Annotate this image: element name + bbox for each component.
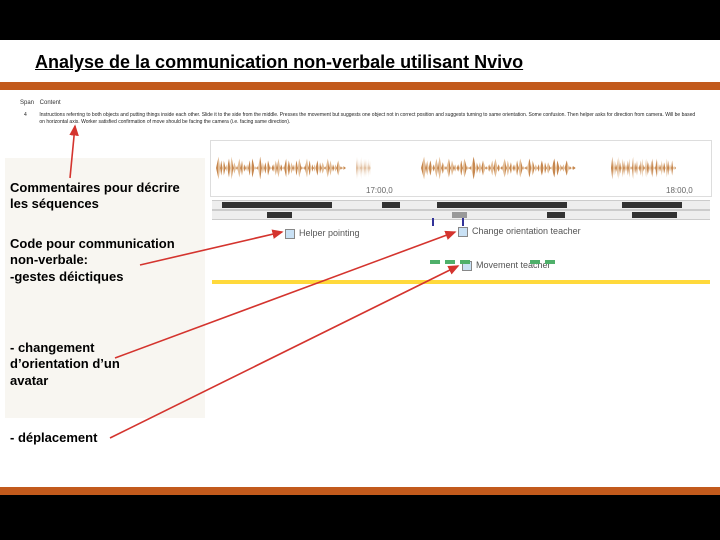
track-segment: [267, 212, 292, 218]
page-title: Analyse de la communication non-verbale …: [35, 52, 523, 73]
track-segment: [547, 212, 565, 218]
track-segment: [382, 202, 400, 208]
col-span-header: Span: [20, 100, 38, 106]
time-label: 18:00,0: [666, 186, 693, 195]
annotation-comments: Commentaires pour décrire les séquences: [10, 180, 200, 213]
code-label-helper-pointing: Helper pointing: [285, 228, 360, 239]
movement-markers: [530, 260, 555, 264]
orange-divider-bottom: [0, 487, 720, 495]
code-text: Change orientation teacher: [472, 226, 581, 236]
top-black-bar: [0, 0, 720, 40]
track-segment: [222, 202, 332, 208]
row-text: Instructions referring to both objects a…: [39, 112, 699, 126]
code-track: [212, 200, 710, 210]
track-segment: [622, 202, 682, 208]
annotation-deplacement: - déplacement: [10, 430, 140, 446]
marker-tick: [462, 218, 464, 226]
wave-segment: [216, 149, 346, 187]
annotation-code-gestes: Code pour communication non-verbale: -ge…: [10, 236, 205, 285]
marker-tick: [432, 218, 434, 226]
annotation-orientation: - changement d’orientation d’un avatar: [10, 340, 150, 389]
track-segment: [437, 202, 567, 208]
orange-divider-top: [0, 82, 720, 90]
col-content-header: Content: [40, 100, 61, 106]
code-text: Helper pointing: [299, 228, 360, 238]
track-segment: [452, 212, 467, 218]
nvivo-table-header: Span Content: [20, 100, 61, 106]
checkbox-icon: [458, 227, 468, 237]
wave-segment: [611, 149, 676, 187]
bottom-black-bar: [0, 495, 720, 540]
nvivo-table-row: 4 Instructions referring to both objects…: [24, 112, 704, 126]
code-track: [212, 210, 710, 220]
movement-markers: [430, 260, 470, 264]
row-id: 4: [24, 112, 38, 119]
time-label: 17:00,0: [366, 186, 393, 195]
track-segment: [632, 212, 677, 218]
checkbox-icon: [285, 229, 295, 239]
audio-waveform: 17:00,0 18:00,0: [210, 140, 712, 197]
highlight-line: [212, 280, 710, 284]
code-label-change-orientation: Change orientation teacher: [458, 226, 581, 237]
wave-segment: [356, 149, 371, 187]
wave-segment: [421, 149, 576, 187]
